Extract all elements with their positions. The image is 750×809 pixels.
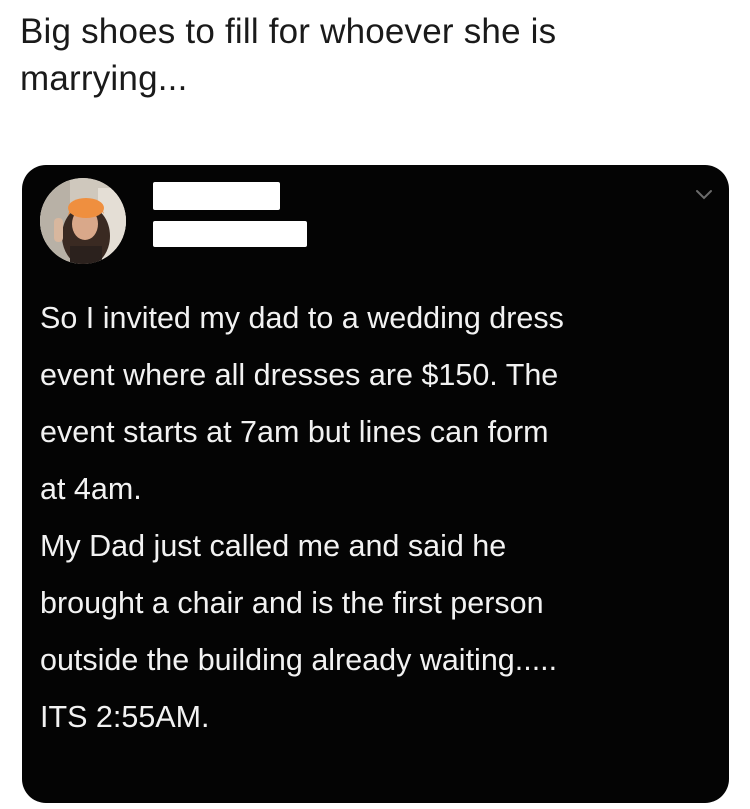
redacted-username [153,221,307,247]
chevron-down-icon[interactable] [695,189,713,201]
caption-text: Big shoes to fill for whoever she is mar… [20,12,557,98]
tweet-card: So I invited my dad to a wedding dress e… [22,165,729,803]
tweet-body-text: So I invited my dad to a wedding dress e… [40,301,564,734]
profile-avatar[interactable] [40,178,126,264]
redacted-display-name [153,182,280,210]
avatar-image [40,178,126,264]
